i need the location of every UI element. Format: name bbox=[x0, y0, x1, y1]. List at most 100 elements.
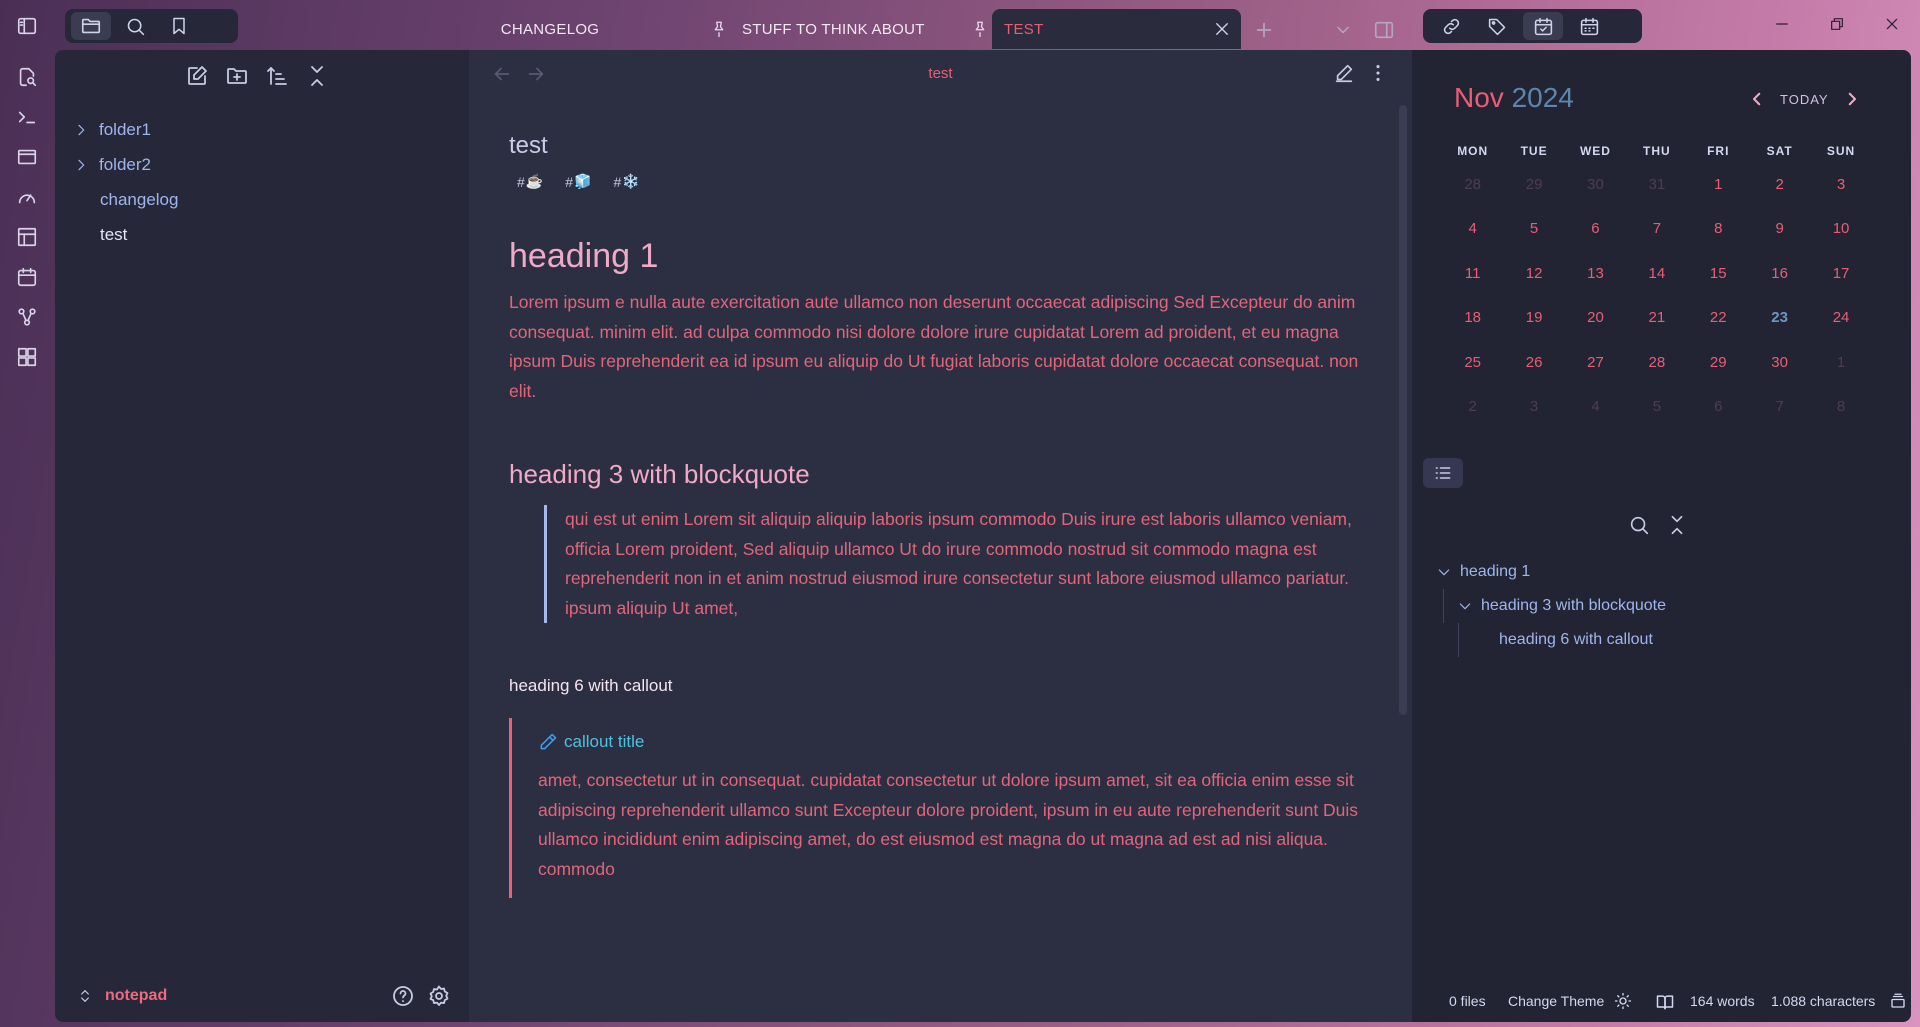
gauge-icon[interactable] bbox=[14, 184, 40, 210]
files-tab[interactable] bbox=[71, 12, 111, 40]
tree-folder-folder1[interactable]: folder1 bbox=[73, 112, 453, 147]
calendar-day[interactable]: 10 bbox=[1810, 220, 1871, 237]
calendar-day[interactable]: 4 bbox=[1565, 398, 1626, 415]
outline-item[interactable]: heading 3 with blockquote bbox=[1436, 589, 1876, 623]
collapse-all-icon[interactable] bbox=[1666, 514, 1688, 536]
file-search-icon[interactable] bbox=[14, 64, 40, 90]
layout-icon[interactable] bbox=[14, 224, 40, 250]
status-files[interactable]: 0 files bbox=[1449, 993, 1486, 1009]
calendar-day[interactable]: 19 bbox=[1503, 309, 1564, 326]
calendar-day[interactable]: 8 bbox=[1688, 220, 1749, 237]
calendar-day[interactable]: 7 bbox=[1626, 220, 1687, 237]
calendar-day[interactable]: 6 bbox=[1688, 398, 1749, 415]
calendar-day[interactable]: 21 bbox=[1626, 309, 1687, 326]
new-note-icon[interactable] bbox=[185, 64, 209, 88]
search-tab[interactable] bbox=[115, 12, 155, 40]
tree-file-changelog[interactable]: changelog bbox=[73, 182, 453, 217]
more-options-icon[interactable] bbox=[1367, 62, 1391, 86]
today-button[interactable]: TODAY bbox=[1780, 92, 1829, 107]
search-icon[interactable] bbox=[1628, 514, 1650, 536]
calendar-day[interactable]: 7 bbox=[1749, 398, 1810, 415]
calendar-day[interactable]: 13 bbox=[1565, 265, 1626, 282]
restore-icon[interactable] bbox=[1825, 12, 1849, 36]
tag-snowflake[interactable]: # ❄️ bbox=[613, 173, 639, 190]
sync-archive-icon[interactable] bbox=[1889, 992, 1909, 1012]
tab-list-chevron-icon[interactable] bbox=[1333, 20, 1353, 40]
calendar-day[interactable]: 6 bbox=[1565, 220, 1626, 237]
calendar-day[interactable]: 1 bbox=[1688, 176, 1749, 193]
calendar-day[interactable]: 9 bbox=[1749, 220, 1810, 237]
terminal-icon[interactable] bbox=[14, 104, 40, 130]
tag-ice[interactable]: # 🧊 bbox=[565, 173, 591, 190]
calendar-day[interactable]: 3 bbox=[1503, 398, 1564, 415]
outline-item[interactable]: heading 1 bbox=[1436, 555, 1876, 589]
graph-icon[interactable] bbox=[14, 304, 40, 330]
calendar-day[interactable]: 25 bbox=[1442, 354, 1503, 371]
collapse-all-icon[interactable] bbox=[305, 64, 329, 88]
tree-folder-folder2[interactable]: folder2 bbox=[73, 147, 453, 182]
change-theme-button[interactable]: Change Theme bbox=[1508, 993, 1604, 1009]
view-title[interactable]: test bbox=[469, 65, 1412, 82]
calendar-day[interactable]: 23 bbox=[1749, 309, 1810, 326]
tab-changelog[interactable]: CHANGELOG bbox=[460, 9, 640, 49]
calendar-day[interactable]: 29 bbox=[1688, 354, 1749, 371]
previous-month-icon[interactable] bbox=[1748, 90, 1766, 108]
editor-scrollbar[interactable] bbox=[1399, 105, 1407, 715]
new-tab-icon[interactable] bbox=[1253, 19, 1275, 41]
calendar-day[interactable]: 30 bbox=[1565, 176, 1626, 193]
calendar-tab[interactable] bbox=[1523, 12, 1563, 40]
sort-icon[interactable] bbox=[265, 64, 289, 88]
edit-pencil-icon[interactable] bbox=[1333, 62, 1357, 86]
calendar-day[interactable]: 1 bbox=[1810, 354, 1871, 371]
sun-icon[interactable] bbox=[1614, 992, 1634, 1012]
backlinks-tab[interactable] bbox=[1431, 12, 1471, 40]
calendar-day[interactable]: 15 bbox=[1688, 265, 1749, 282]
calendar-day[interactable]: 18 bbox=[1442, 309, 1503, 326]
calendar-day[interactable]: 31 bbox=[1626, 176, 1687, 193]
help-icon[interactable] bbox=[391, 984, 415, 1008]
calendar-day[interactable]: 28 bbox=[1442, 176, 1503, 193]
calendar-day[interactable]: 14 bbox=[1626, 265, 1687, 282]
calendar-day[interactable]: 8 bbox=[1810, 398, 1871, 415]
minimize-icon[interactable] bbox=[1770, 12, 1794, 36]
reading-book-icon[interactable] bbox=[1655, 992, 1675, 1012]
close-tab-icon[interactable] bbox=[1213, 20, 1231, 38]
vault-switcher[interactable]: notepad bbox=[55, 970, 469, 1022]
calendar-day[interactable]: 28 bbox=[1626, 354, 1687, 371]
note-content[interactable]: test # ☕ # 🧊 # ❄️ heading 1 Lorem ipsum e n… bbox=[509, 132, 1359, 898]
calendar-day[interactable]: 12 bbox=[1503, 265, 1564, 282]
calendar-day[interactable]: 2 bbox=[1442, 398, 1503, 415]
calendar-day[interactable]: 30 bbox=[1749, 354, 1810, 371]
sidebar-toggle-icon[interactable] bbox=[14, 13, 40, 39]
calendar-day[interactable]: 4 bbox=[1442, 220, 1503, 237]
chevron-down-icon[interactable] bbox=[1436, 564, 1452, 580]
calendar-day[interactable]: 29 bbox=[1503, 176, 1564, 193]
inline-title[interactable]: test bbox=[509, 132, 1359, 160]
calendar-day[interactable]: 11 bbox=[1442, 265, 1503, 282]
calendar-day[interactable]: 2 bbox=[1749, 176, 1810, 193]
next-month-icon[interactable] bbox=[1843, 90, 1861, 108]
calendar-icon[interactable] bbox=[14, 264, 40, 290]
dashboard-icon[interactable] bbox=[14, 344, 40, 370]
calendar-day[interactable]: 16 bbox=[1749, 265, 1810, 282]
calendar-day[interactable]: 20 bbox=[1565, 309, 1626, 326]
close-window-icon[interactable] bbox=[1880, 12, 1904, 36]
calendar-day[interactable]: 3 bbox=[1810, 176, 1871, 193]
calendar-day[interactable]: 26 bbox=[1503, 354, 1564, 371]
new-folder-icon[interactable] bbox=[225, 64, 249, 88]
calendar-day[interactable]: 5 bbox=[1503, 220, 1564, 237]
tag-coffee[interactable]: # ☕ bbox=[517, 173, 543, 190]
tree-file-test[interactable]: test bbox=[73, 217, 453, 252]
calendar-day[interactable]: 24 bbox=[1810, 309, 1871, 326]
calendar-day[interactable]: 27 bbox=[1565, 354, 1626, 371]
calendar-day[interactable]: 17 bbox=[1810, 265, 1871, 282]
calendar-day[interactable]: 5 bbox=[1626, 398, 1687, 415]
calendar-grid-tab[interactable] bbox=[1569, 12, 1609, 40]
window-icon[interactable] bbox=[14, 144, 40, 170]
right-sidebar-toggle-icon[interactable] bbox=[1373, 19, 1395, 41]
outline-item[interactable]: heading 6 with callout bbox=[1436, 623, 1876, 657]
bookmarks-tab[interactable] bbox=[159, 12, 199, 40]
tab-test[interactable]: TEST bbox=[992, 9, 1241, 49]
tags-tab[interactable] bbox=[1477, 12, 1517, 40]
calendar-day[interactable]: 22 bbox=[1688, 309, 1749, 326]
